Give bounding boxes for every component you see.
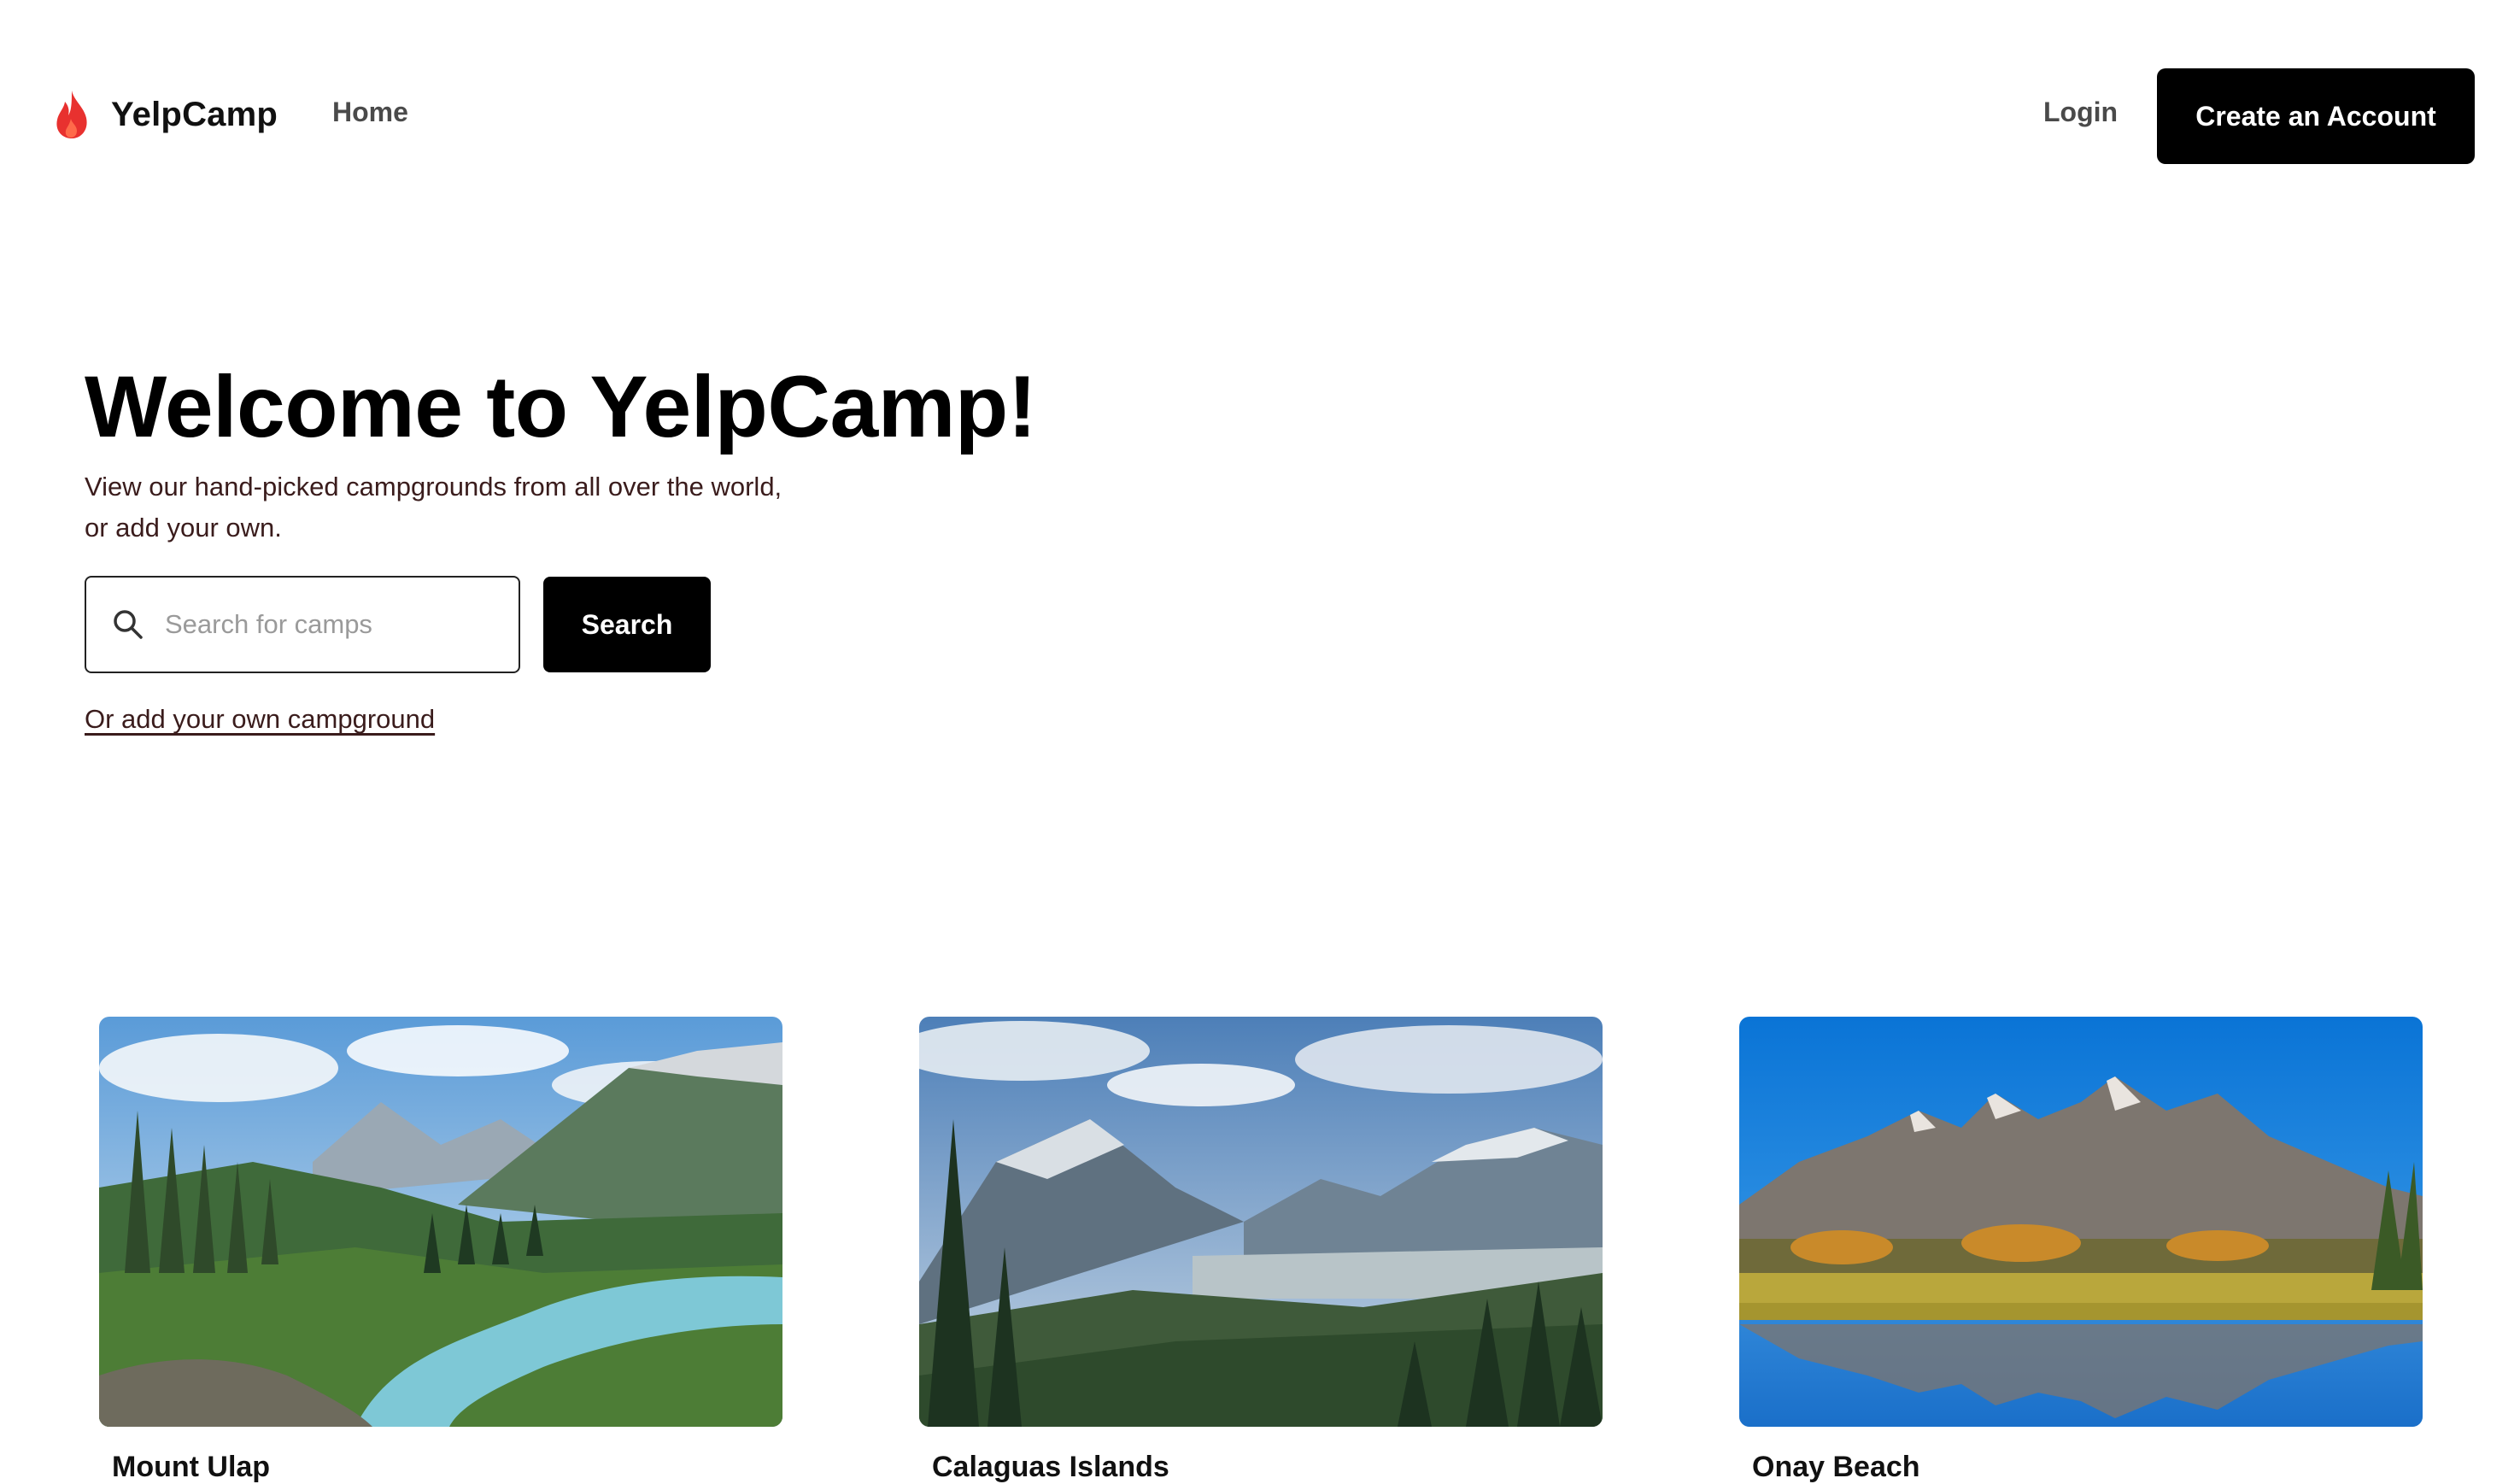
- flame-icon: [56, 91, 87, 138]
- search-icon: [114, 610, 143, 639]
- site-header: YelpCamp Home Login Create an Account: [0, 0, 2520, 231]
- login-link[interactable]: Login: [2043, 97, 2118, 128]
- page-title: Welcome to YelpCamp!: [85, 358, 1037, 455]
- campground-image[interactable]: [99, 1017, 782, 1427]
- search-input[interactable]: [163, 608, 508, 641]
- brand-logo-link[interactable]: YelpCamp: [53, 89, 278, 140]
- campground-title[interactable]: Calaguas Islands: [932, 1451, 1169, 1484]
- campground-title[interactable]: Onay Beach: [1752, 1451, 1920, 1484]
- campground-title[interactable]: Mount Ulap: [112, 1451, 270, 1484]
- brand-name: YelpCamp: [111, 95, 278, 133]
- campground-card[interactable]: Onay Beach: [1739, 1017, 2423, 1483]
- search-button[interactable]: Search: [543, 577, 711, 672]
- hero-subtitle: View our hand-picked campgrounds from al…: [85, 472, 782, 543]
- campground-image[interactable]: [1739, 1017, 2423, 1427]
- campground-card[interactable]: Mount Ulap: [99, 1017, 782, 1483]
- campground-image[interactable]: [919, 1017, 1603, 1427]
- create-account-button[interactable]: Create an Account: [2157, 68, 2475, 164]
- campground-card[interactable]: Calaguas Islands: [919, 1017, 1603, 1483]
- nav-home-link[interactable]: Home: [332, 97, 408, 128]
- add-campground-link[interactable]: Or add your own campground: [85, 704, 435, 735]
- search-field[interactable]: [85, 576, 520, 673]
